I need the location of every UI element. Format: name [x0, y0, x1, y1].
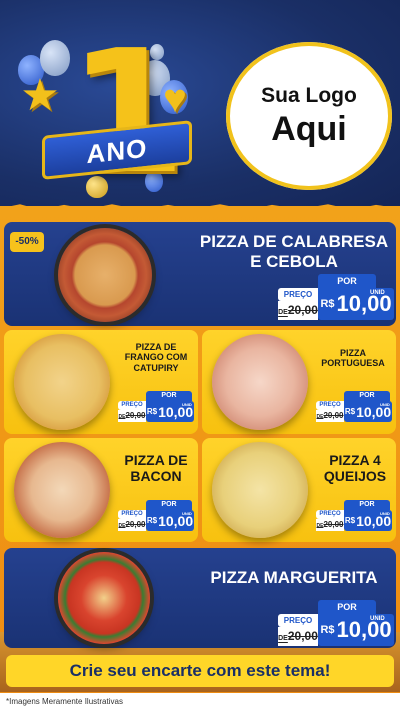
- product-title-line: FRANGO COM: [124, 352, 188, 363]
- product-title-line: E CEBOLA: [250, 251, 338, 271]
- pizza-frango-image: [14, 334, 110, 430]
- price-label: PREÇO: [316, 401, 344, 410]
- product-title-line: CATUPIRY: [133, 362, 179, 373]
- product-title: PIZZA PORTUGUESA: [314, 348, 392, 369]
- old-price: DE20,00: [278, 627, 318, 646]
- price-por-label: POR: [318, 600, 376, 614]
- price-por-label: POR: [146, 500, 192, 510]
- logo-placeholder[interactable]: Sua Logo Aqui: [226, 42, 392, 190]
- unit-label: UNID: [182, 402, 192, 407]
- old-price-prefix: DE: [278, 635, 288, 642]
- product-title-line: PIZZA: [340, 348, 366, 358]
- product-title-line: QUEIJOS: [323, 468, 387, 485]
- price-por-label: POR: [344, 391, 390, 401]
- old-price-prefix: DE: [278, 309, 288, 316]
- old-price-value: 20,00: [323, 520, 344, 529]
- discount-badge: -50%: [10, 232, 44, 252]
- old-price: DE20,00: [316, 519, 344, 531]
- old-price-value: 20,00: [125, 411, 146, 420]
- logo-line1: Sua Logo: [261, 83, 357, 107]
- product-title: PIZZA DE BACON: [116, 452, 196, 484]
- price-por-label: POR: [318, 274, 376, 288]
- product-title: PIZZA MARGUERITA: [196, 568, 392, 588]
- price-por-label: POR: [344, 500, 390, 510]
- cta-button[interactable]: Crie seu encarte com este tema!: [6, 655, 394, 687]
- price-label: PREÇO: [316, 510, 344, 519]
- unit-label: UNID: [380, 511, 390, 516]
- old-price: DE20,00: [316, 410, 344, 422]
- old-price: DE20,00: [118, 519, 146, 531]
- currency: R$: [146, 407, 158, 416]
- pizza-4-queijos-image: [212, 442, 308, 538]
- currency: R$: [320, 298, 335, 310]
- heart-balloon-icon: ♥: [163, 77, 187, 121]
- currency: R$: [146, 516, 158, 525]
- product-title-line: BACON: [130, 468, 182, 485]
- footer-disclaimer: *Imagens Meramente Ilustrativas: [0, 693, 400, 711]
- price-label: PREÇO: [118, 510, 146, 519]
- logo-line2: Aqui: [271, 109, 347, 148]
- currency: R$: [344, 407, 356, 416]
- price-label: PREÇO: [278, 288, 318, 301]
- unit-label: UNID: [182, 511, 192, 516]
- old-price-value: 20,00: [125, 520, 146, 529]
- product-title-line: PIZZA DE CALABRESA: [199, 232, 389, 251]
- pizza-bacon-image: [14, 442, 110, 538]
- old-price: DE20,00: [278, 301, 318, 320]
- unit-label: UNID: [370, 616, 385, 622]
- old-price-value: 20,00: [287, 303, 318, 317]
- star-icon: ★: [20, 71, 60, 120]
- old-price-value: 20,00: [323, 411, 344, 420]
- product-title: PIZZA DE FRANGO COM CATUPIRY: [118, 342, 194, 373]
- pizza-calabresa-image: [58, 228, 152, 322]
- old-price: DE20,00: [118, 410, 146, 422]
- unit-label: UNID: [370, 290, 385, 296]
- unit-label: UNID: [380, 402, 390, 407]
- product-title: PIZZA DE CALABRESA E CEBOLA: [196, 232, 392, 271]
- product-title-line: PIZZA 4: [329, 452, 381, 468]
- pizza-marguerita-image: [58, 552, 150, 644]
- old-price-value: 20,00: [287, 629, 318, 643]
- product-title-line: PORTUGUESA: [321, 358, 385, 369]
- product-title-line: PIZZA MARGUERITA: [210, 568, 378, 587]
- pizza-portuguesa-image: [212, 334, 308, 430]
- price-label: PREÇO: [118, 401, 146, 410]
- product-title-line: PIZZA DE: [135, 342, 177, 352]
- product-title-line: PIZZA DE: [124, 452, 188, 468]
- product-title: PIZZA 4 QUEIJOS: [316, 452, 394, 484]
- price-por-label: POR: [146, 391, 192, 401]
- currency: R$: [320, 624, 335, 636]
- price-label: PREÇO: [278, 614, 318, 627]
- currency: R$: [344, 516, 356, 525]
